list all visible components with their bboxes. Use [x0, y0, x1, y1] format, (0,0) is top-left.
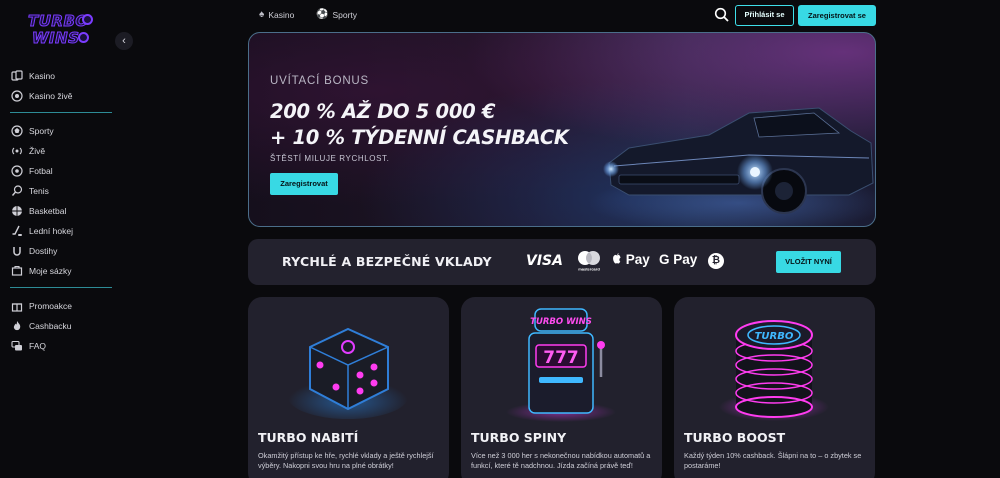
sidebar-item-label: Sporty — [29, 126, 54, 136]
turbo-wins-logo[interactable]: TURBO WINS — [26, 10, 96, 48]
sidebar-collapse-button[interactable]: ‹ — [115, 32, 133, 50]
sidebar: TURBO WINS ‹ Kasino Kasino živě Sporty Ž… — [0, 0, 133, 478]
bitcoin-icon: ₿ — [708, 253, 724, 269]
sidebar-nav: Kasino Kasino živě Sporty Živě Fotbal Te… — [10, 66, 112, 356]
sidebar-item-label: Moje sázky — [29, 266, 72, 276]
top-bar: ♠ Kasino ⚽ Sporty Přihlásit se Zaregistr… — [248, 0, 876, 32]
slot-machine-reels: 777 — [543, 348, 579, 368]
promo-card-turbo-spiny[interactable]: TURBO WINS 777 TURBO SPINY Více než 3 00… — [461, 297, 662, 478]
search-icon — [714, 7, 729, 22]
card-title: TURBO NABITÍ — [258, 430, 359, 445]
chip-label: TURBO — [755, 331, 794, 342]
mastercard-wordmark: mastercard — [578, 267, 600, 272]
sidebar-item-label: Živě — [29, 146, 46, 156]
logo-text-line2: WINS — [31, 29, 80, 48]
hero-subtitle: UVÍTACÍ BONUS — [270, 75, 370, 87]
sidebar-item-fotbal[interactable]: Fotbal — [10, 161, 112, 181]
sidebar-item-label: Fotbal — [29, 166, 53, 176]
sidebar-item-label: Basketbal — [29, 206, 67, 216]
hero-tagline: ŠTĚSTÍ MILUJE RYCHLOST. — [270, 154, 390, 163]
card-description: Každý týden 10% cashback. Šlápni na to –… — [684, 451, 862, 470]
my-bets-icon — [10, 264, 24, 278]
chevron-left-icon: ‹ — [122, 35, 126, 47]
basketball-icon — [10, 204, 24, 218]
logo-ball-icon — [82, 14, 93, 25]
casino-icon — [10, 69, 24, 83]
sidebar-item-cashbacku[interactable]: Cashbacku — [10, 316, 112, 336]
sidebar-item-label: Kasino — [29, 71, 55, 81]
logo-ball-icon — [78, 32, 89, 43]
spade-icon: ♠ — [259, 9, 265, 20]
sidebar-item-tenis[interactable]: Tenis — [10, 181, 112, 201]
slot-machine-label: TURBO WINS — [530, 317, 592, 327]
flame-icon — [10, 319, 24, 333]
mastercard-logo: mastercard — [574, 250, 604, 272]
deposit-now-button[interactable]: VLOŽIT NYNÍ — [776, 251, 841, 273]
google-pay-logo: G Pay — [659, 252, 698, 267]
sidebar-item-ledni-hokej[interactable]: Lední hokej — [10, 221, 112, 241]
gift-icon — [10, 299, 24, 313]
ice-hockey-icon — [10, 224, 24, 238]
logo-text-line1: TURBO — [28, 12, 89, 31]
sidebar-item-label: Promoakce — [29, 301, 72, 311]
muscle-car-image — [589, 107, 875, 226]
search-button[interactable] — [714, 7, 730, 23]
sidebar-item-label: Kasino živě — [29, 91, 73, 101]
sidebar-item-basketbal[interactable]: Basketbal — [10, 201, 112, 221]
tab-label: Sporty — [332, 9, 358, 20]
apple-pay-logo: Pay — [612, 252, 650, 267]
payment-methods-bar: RYCHLÉ A BEZPEČNÉ VKLADY VISA mastercard… — [248, 239, 876, 285]
sidebar-item-label: Lední hokej — [29, 226, 73, 236]
horse-racing-icon — [10, 244, 24, 258]
faq-icon — [10, 339, 24, 353]
sidebar-item-zive[interactable]: Živě — [10, 141, 112, 161]
visa-logo: VISA — [526, 253, 563, 269]
sidebar-item-label: Tenis — [29, 186, 49, 196]
sidebar-item-kasino[interactable]: Kasino — [10, 66, 112, 86]
neon-dice-image — [288, 327, 408, 419]
sidebar-item-label: Cashbacku — [29, 321, 72, 331]
card-title: TURBO BOOST — [684, 430, 786, 445]
welcome-bonus-banner[interactable]: UVÍTACÍ BONUS 200 % AŽ DO 5 000 € + 10 %… — [248, 32, 876, 227]
tab-kasino[interactable]: ♠ Kasino — [259, 9, 294, 20]
tab-label: Kasino — [268, 9, 295, 20]
sidebar-item-faq[interactable]: FAQ — [10, 336, 112, 356]
apple-icon — [612, 252, 626, 267]
sidebar-item-label: Dostihy — [29, 246, 58, 256]
live-icon — [10, 144, 24, 158]
tennis-icon — [10, 184, 24, 198]
sidebar-item-label: FAQ — [29, 341, 47, 351]
app-root: TURBO WINS ‹ Kasino Kasino živě Sporty Ž… — [0, 0, 1000, 478]
live-casino-icon — [10, 89, 24, 103]
sidebar-item-promoakce[interactable]: Promoakce — [10, 296, 112, 316]
sidebar-item-moje-sazky[interactable]: Moje sázky — [10, 261, 112, 281]
card-description: Více než 3 000 her s nekonečnou nabídkou… — [471, 451, 651, 470]
promo-card-turbo-boost[interactable]: TURBO TURBO BOOST Každý týden 10% cashba… — [674, 297, 875, 478]
promo-card-turbo-nabiti[interactable]: TURBO NABITÍ Okamžitý přístup ke hře, ry… — [248, 297, 449, 478]
register-button[interactable]: Zaregistrovat se — [798, 5, 876, 26]
neon-slot-machine-image: TURBO WINS 777 — [506, 308, 616, 422]
tab-sporty[interactable]: ⚽ Sporty — [316, 9, 357, 20]
hero-title-line2: + 10 % TÝDENNÍ CASHBACK — [270, 126, 569, 149]
login-button[interactable]: Přihlásit se — [735, 5, 794, 26]
card-description: Okamžitý přístup ke hře, rychlé vklady a… — [258, 451, 434, 470]
sidebar-item-dostihy[interactable]: Dostihy — [10, 241, 112, 261]
apple-pay-text: Pay — [625, 252, 650, 267]
payments-title: RYCHLÉ A BEZPEČNÉ VKLADY — [282, 254, 492, 269]
sidebar-item-kasino-zive[interactable]: Kasino živě — [10, 86, 112, 106]
hero-title-line1: 200 % AŽ DO 5 000 € — [270, 100, 496, 123]
sports-icon — [10, 124, 24, 138]
neon-casino-chips-image: TURBO — [719, 320, 829, 421]
sidebar-divider — [10, 112, 112, 113]
soccer-ball-icon: ⚽ — [316, 9, 329, 20]
football-icon — [10, 164, 24, 178]
sidebar-divider — [10, 287, 112, 288]
card-title: TURBO SPINY — [471, 430, 567, 445]
hero-register-button[interactable]: Zaregistrovat — [270, 173, 338, 195]
sidebar-item-sporty[interactable]: Sporty — [10, 121, 112, 141]
